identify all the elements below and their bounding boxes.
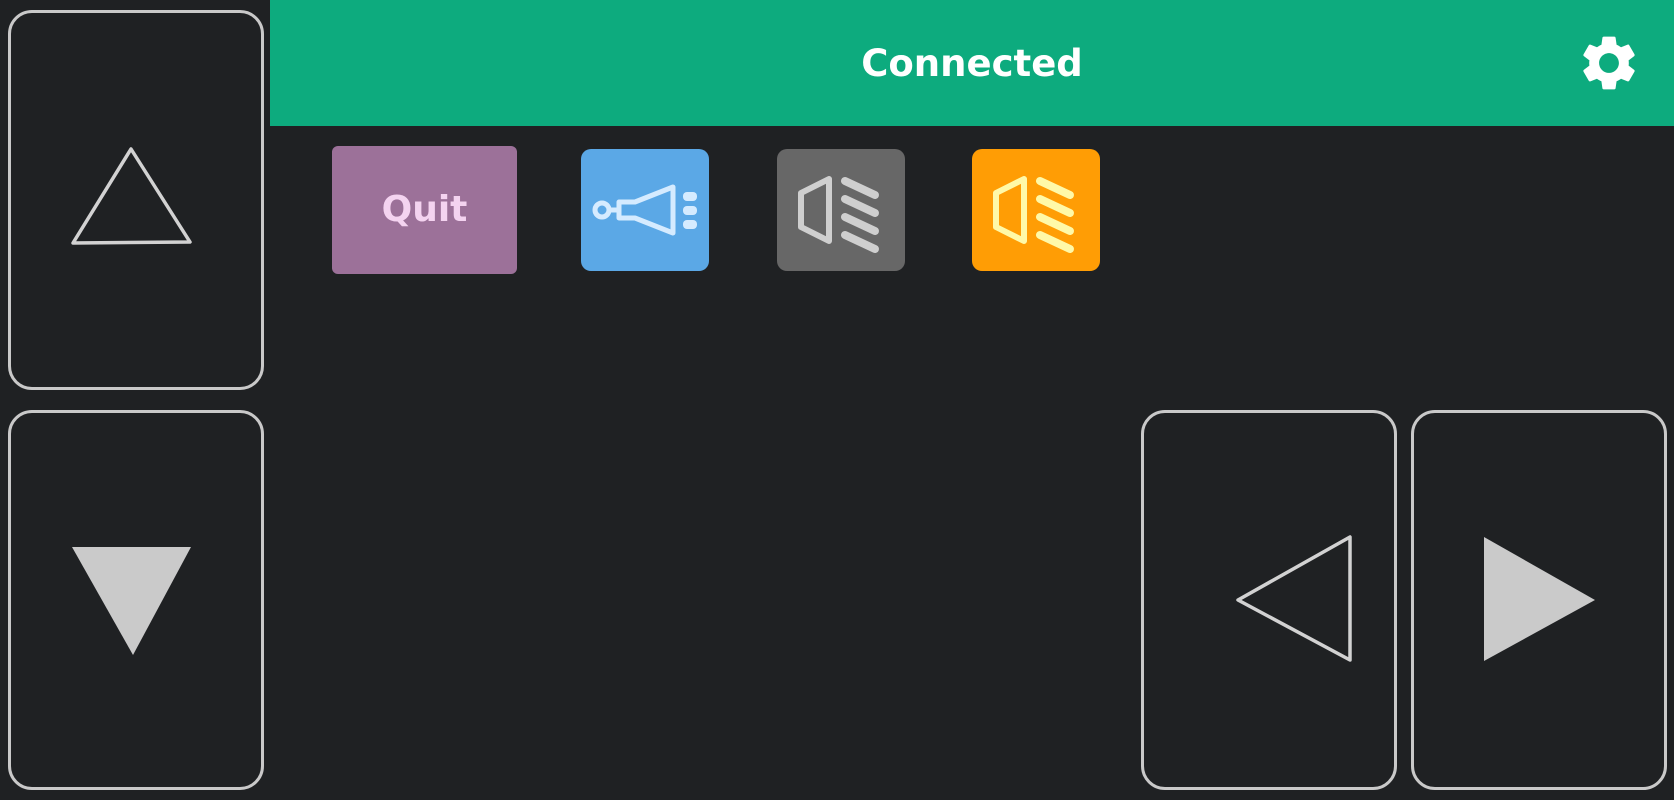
headlight-on-button[interactable]: [972, 149, 1100, 271]
right-button[interactable]: [1411, 410, 1667, 790]
headlight-off-button[interactable]: [777, 149, 905, 271]
horn-button[interactable]: [581, 149, 709, 271]
down-button[interactable]: [8, 410, 264, 790]
headlight-icon: [993, 176, 1074, 253]
triangle-down-filled-icon: [72, 547, 191, 655]
triangle-left-outline-icon: [1236, 535, 1352, 662]
status-header: Connected: [270, 0, 1674, 126]
connection-status: Connected: [861, 42, 1083, 85]
remote-control-screen: Connected Quit: [0, 0, 1674, 800]
horn-icon: [592, 184, 697, 236]
quit-label: Quit: [381, 189, 468, 230]
gear-icon: [1583, 36, 1635, 90]
up-button[interactable]: [8, 10, 264, 390]
triangle-right-filled-icon: [1484, 537, 1595, 661]
quit-button[interactable]: Quit: [332, 146, 517, 274]
headlight-icon: [798, 176, 879, 253]
triangle-up-outline-icon: [71, 147, 192, 245]
left-button[interactable]: [1141, 410, 1397, 790]
settings-button[interactable]: [1576, 30, 1642, 96]
